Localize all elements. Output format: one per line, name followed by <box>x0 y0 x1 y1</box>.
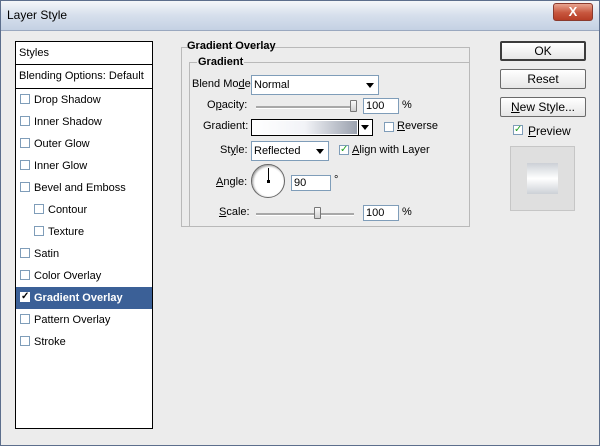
style-item-stroke[interactable]: Stroke <box>16 331 152 353</box>
preview-thumbnail <box>510 146 575 211</box>
style-item-checkbox[interactable] <box>20 138 30 148</box>
style-item-checkbox[interactable] <box>34 204 44 214</box>
angle-center <box>267 180 270 183</box>
dialog-content: Styles Blending Options: Default Drop Sh… <box>1 31 599 445</box>
style-item-texture[interactable]: Texture <box>16 221 152 243</box>
gradient-picker[interactable] <box>251 119 373 136</box>
angle-input[interactable]: 90 <box>291 175 331 191</box>
style-item-label: Satin <box>34 248 60 260</box>
align-with-layer-checkbox[interactable] <box>339 143 349 156</box>
style-item-label: Contour <box>48 204 88 216</box>
styles-header[interactable]: Styles <box>16 42 152 65</box>
style-item-checkbox[interactable] <box>20 336 30 346</box>
blending-options-item[interactable]: Blending Options: Default <box>16 65 152 89</box>
layer-style-dialog: Layer Style X Styles Blending Options: D… <box>0 0 600 446</box>
style-item-label: Drop Shadow <box>34 94 101 106</box>
style-item-label: Pattern Overlay <box>34 314 111 326</box>
opacity-input[interactable]: 100 <box>363 98 399 114</box>
style-item-satin[interactable]: Satin <box>16 243 152 265</box>
preview-checkbox[interactable] <box>513 123 523 136</box>
style-item-checkbox[interactable] <box>20 116 30 126</box>
scale-input[interactable]: 100 <box>363 205 399 221</box>
gradient-preview[interactable] <box>253 121 357 134</box>
style-item-inner-shadow[interactable]: Inner Shadow <box>16 111 152 133</box>
scale-unit: % <box>402 206 412 218</box>
style-value: Reflected <box>254 145 301 157</box>
blend-mode-label: Blend Mode: <box>192 78 254 90</box>
style-item-checkbox[interactable] <box>34 226 44 236</box>
angle-unit: ° <box>334 174 339 186</box>
opacity-label: Opacity: <box>207 99 248 111</box>
reverse-checkbox[interactable] <box>384 122 394 132</box>
chevron-down-icon[interactable] <box>358 120 372 135</box>
angle-label: Angle: <box>216 176 248 188</box>
style-item-label: Outer Glow <box>34 138 90 150</box>
blend-mode-select[interactable]: Normal <box>251 75 379 95</box>
style-item-checkbox[interactable] <box>20 160 30 170</box>
style-item-label: Inner Shadow <box>34 116 102 128</box>
scale-slider-thumb[interactable] <box>313 207 321 219</box>
styles-list: Styles Blending Options: Default Drop Sh… <box>15 41 153 429</box>
window-title: Layer Style <box>7 8 68 22</box>
style-item-outer-glow[interactable]: Outer Glow <box>16 133 152 155</box>
scale-slider-track[interactable] <box>256 213 354 216</box>
angle-dial[interactable] <box>251 164 285 198</box>
style-select[interactable]: Reflected <box>251 141 329 161</box>
reset-button[interactable]: Reset <box>500 69 586 89</box>
style-item-bevel-and-emboss[interactable]: Bevel and Emboss <box>16 177 152 199</box>
chevron-down-icon <box>316 149 324 154</box>
ok-button[interactable]: OK <box>500 41 586 61</box>
style-item-label: Texture <box>48 226 85 238</box>
style-label: Style: <box>220 144 248 156</box>
style-item-label: Stroke <box>34 336 66 348</box>
style-item-contour[interactable]: Contour <box>16 199 152 221</box>
opacity-unit: % <box>402 99 412 111</box>
style-item-label: Color Overlay <box>34 270 102 282</box>
style-item-checkbox[interactable] <box>20 270 30 280</box>
style-item-inner-glow[interactable]: Inner Glow <box>16 155 152 177</box>
style-item-label: Gradient Overlay <box>34 292 123 304</box>
style-items: Drop Shadow Inner Shadow Outer Glow Inner G… <box>16 89 152 353</box>
scale-label: Scale: <box>219 206 250 218</box>
reverse-label: Reverse <box>397 120 438 132</box>
close-button[interactable]: X <box>553 3 593 21</box>
style-item-color-overlay[interactable]: Color Overlay <box>16 265 152 287</box>
align-with-layer-label: Align with Layer <box>352 144 430 156</box>
blend-mode-value: Normal <box>254 79 290 91</box>
style-item-checkbox[interactable] <box>20 290 30 303</box>
style-item-checkbox[interactable] <box>20 314 30 324</box>
gradient-label: Gradient: <box>203 120 249 132</box>
preview-label: Preview <box>528 124 571 138</box>
style-item-pattern-overlay[interactable]: Pattern Overlay <box>16 309 152 331</box>
opacity-slider-track[interactable] <box>256 106 356 109</box>
gradient-group-label: Gradient <box>197 56 245 68</box>
style-item-checkbox[interactable] <box>20 248 30 258</box>
chevron-down-icon <box>366 83 374 88</box>
style-item-label: Inner Glow <box>34 160 88 172</box>
new-style-button[interactable]: New Style... <box>500 97 586 117</box>
style-item-gradient-overlay[interactable]: Gradient Overlay <box>16 287 152 309</box>
opacity-slider-thumb[interactable] <box>350 100 357 112</box>
panel-title: Gradient Overlay <box>187 40 276 52</box>
style-item-drop-shadow[interactable]: Drop Shadow <box>16 89 152 111</box>
close-icon: X <box>568 4 578 19</box>
title-bar[interactable]: Layer Style X <box>1 1 599 31</box>
style-item-checkbox[interactable] <box>20 94 30 104</box>
style-item-label: Bevel and Emboss <box>34 182 126 194</box>
style-item-checkbox[interactable] <box>20 182 30 192</box>
preview-swatch <box>527 163 558 194</box>
